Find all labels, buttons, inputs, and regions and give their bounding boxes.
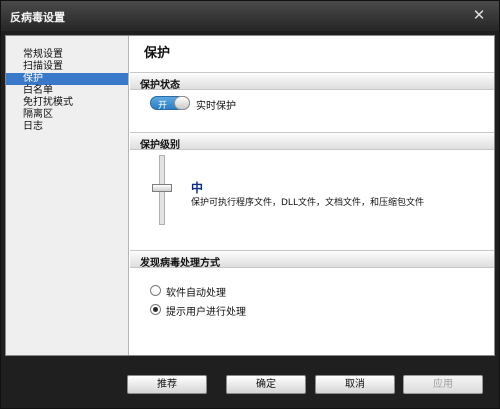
section-virus-handling: 发现病毒处理方式 bbox=[130, 250, 494, 269]
dialog-footer: 推荐 确定 取消 应用 bbox=[1, 357, 499, 408]
ok-button[interactable]: 确定 bbox=[226, 375, 306, 394]
window-title: 反病毒设置 bbox=[10, 11, 65, 24]
realtime-protection-toggle[interactable]: 开 bbox=[150, 96, 190, 111]
protection-level-slider-thumb[interactable] bbox=[152, 184, 172, 192]
sidebar-item-do-not-disturb[interactable]: 免打扰模式 bbox=[6, 97, 128, 109]
sidebar-item-general[interactable]: 常规设置 bbox=[6, 49, 128, 61]
main-panel: 保护 保护状态 开 实时保护 保护级别 中 保护可执行程序文件，DLL文件，文档… bbox=[130, 36, 494, 355]
cancel-button[interactable]: 取消 bbox=[315, 375, 395, 394]
apply-button[interactable]: 应用 bbox=[403, 375, 483, 394]
sidebar-item-quarantine[interactable]: 隔离区 bbox=[6, 109, 128, 121]
sidebar-nav: 常规设置 扫描设置 保护 白名单 免打扰模式 隔离区 日志 bbox=[6, 49, 128, 133]
radio-button[interactable] bbox=[150, 304, 161, 315]
protection-level-value: 中 bbox=[191, 181, 204, 195]
antivirus-settings-window: 反病毒设置 ✕ 常规设置 扫描设置 保护 白名单 免打扰模式 隔离区 日志 保护… bbox=[0, 0, 500, 409]
radio-button[interactable] bbox=[150, 285, 161, 296]
sidebar-item-scan[interactable]: 扫描设置 bbox=[6, 61, 128, 73]
section-heading: 保护级别 bbox=[140, 140, 180, 151]
recommend-button[interactable]: 推荐 bbox=[127, 375, 207, 394]
settings-content: 常规设置 扫描设置 保护 白名单 免打扰模式 隔离区 日志 保护 保护状态 开 … bbox=[5, 35, 495, 356]
section-heading: 保护状态 bbox=[140, 80, 180, 91]
section-protection-status: 保护状态 bbox=[130, 72, 494, 91]
protection-level-description: 保护可执行程序文件，DLL文件，文档文件，和压缩包文件 bbox=[191, 198, 424, 208]
realtime-protection-label: 实时保护 bbox=[196, 101, 236, 112]
page-title: 保护 bbox=[144, 46, 171, 61]
title-bar: 反病毒设置 ✕ bbox=[1, 1, 499, 31]
section-heading: 发现病毒处理方式 bbox=[140, 258, 220, 269]
toggle-on-label: 开 bbox=[158, 101, 168, 111]
radio-label: 提示用户进行处理 bbox=[166, 307, 246, 318]
sidebar: 常规设置 扫描设置 保护 白名单 免打扰模式 隔离区 日志 bbox=[6, 36, 129, 355]
toggle-knob bbox=[174, 96, 190, 110]
sidebar-item-protection[interactable]: 保护 bbox=[6, 73, 128, 85]
sidebar-item-log[interactable]: 日志 bbox=[6, 121, 128, 133]
close-icon[interactable]: ✕ bbox=[471, 7, 487, 23]
radio-label: 软件自动处理 bbox=[166, 288, 226, 299]
section-protection-level: 保护级别 bbox=[130, 132, 494, 151]
sidebar-item-whitelist[interactable]: 白名单 bbox=[6, 85, 128, 97]
